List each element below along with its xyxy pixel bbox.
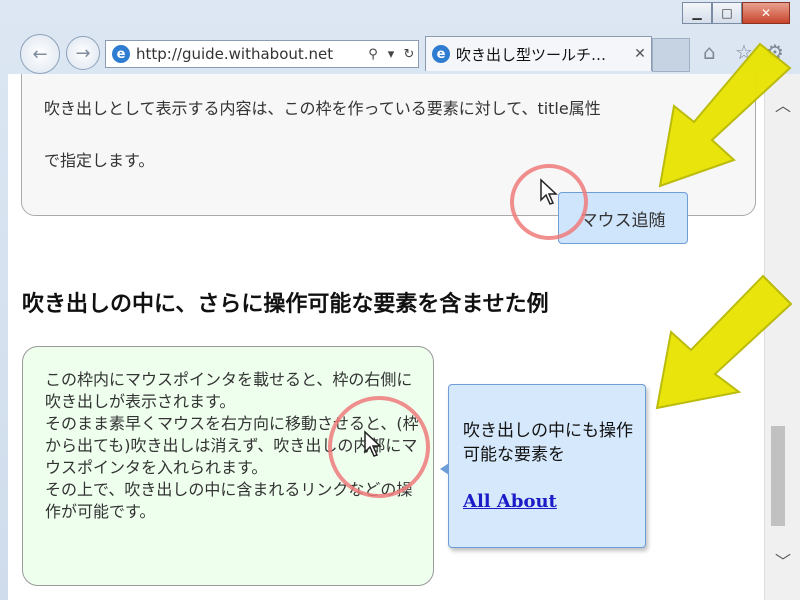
forward-button[interactable]: → bbox=[66, 36, 100, 70]
close-icon[interactable]: ✕ bbox=[629, 46, 651, 62]
back-icon: ← bbox=[32, 43, 48, 65]
forward-icon: → bbox=[75, 42, 91, 64]
mouse-cursor-icon bbox=[364, 430, 382, 457]
tooltip-pointer bbox=[440, 463, 449, 475]
tooltip-text: 吹き出しの中にも操作可能な要素を bbox=[463, 421, 633, 465]
address-bar[interactable]: e http://guide.withabout.net ⚲ ▾ ↻ bbox=[105, 40, 419, 68]
box1-line1: 吹き出しとして表示する内容は、この枠を作っている要素に対して、title属性 bbox=[44, 99, 601, 118]
back-button[interactable]: ← bbox=[20, 34, 60, 74]
dropdown-icon[interactable]: ▾ bbox=[382, 47, 400, 62]
box1-line2: で指定します。 bbox=[44, 151, 155, 170]
ie-icon: e bbox=[112, 45, 130, 63]
maximize-button[interactable]: □ bbox=[712, 2, 742, 24]
section-heading: 吹き出しの中に、さらに操作可能な要素を含ませた例 bbox=[22, 292, 549, 317]
search-icon[interactable]: ⚲ bbox=[364, 47, 382, 62]
interactive-tooltip: 吹き出しの中にも操作可能な要素を All About bbox=[440, 384, 646, 548]
annotation-arrow-icon bbox=[655, 274, 793, 410]
refresh-icon[interactable]: ↻ bbox=[400, 47, 418, 62]
window-controls: ▁ □ ✕ bbox=[682, 2, 790, 24]
mouse-cursor-icon bbox=[540, 178, 558, 205]
address-url[interactable]: http://guide.withabout.net bbox=[136, 45, 364, 63]
annotation-arrow-icon bbox=[658, 42, 792, 188]
minimize-button[interactable]: ▁ bbox=[682, 2, 712, 24]
scroll-down-icon[interactable]: ﹀ bbox=[769, 548, 797, 571]
ie-icon: e bbox=[432, 45, 450, 63]
tab-title: 吹き出し型ツールチ… bbox=[456, 45, 607, 64]
close-window-button[interactable]: ✕ bbox=[742, 2, 790, 24]
all-about-link[interactable]: All About bbox=[463, 491, 557, 512]
tab-active[interactable]: e 吹き出し型ツールチ… ✕ bbox=[425, 36, 652, 71]
browser-window: ▁ □ ✕ ← → e http://guide.withabout.net ⚲… bbox=[0, 0, 800, 600]
scroll-thumb[interactable] bbox=[771, 426, 785, 526]
box1-text: 吹き出しとして表示する内容は、この枠を作っている要素に対して、title属性 で… bbox=[44, 83, 735, 187]
